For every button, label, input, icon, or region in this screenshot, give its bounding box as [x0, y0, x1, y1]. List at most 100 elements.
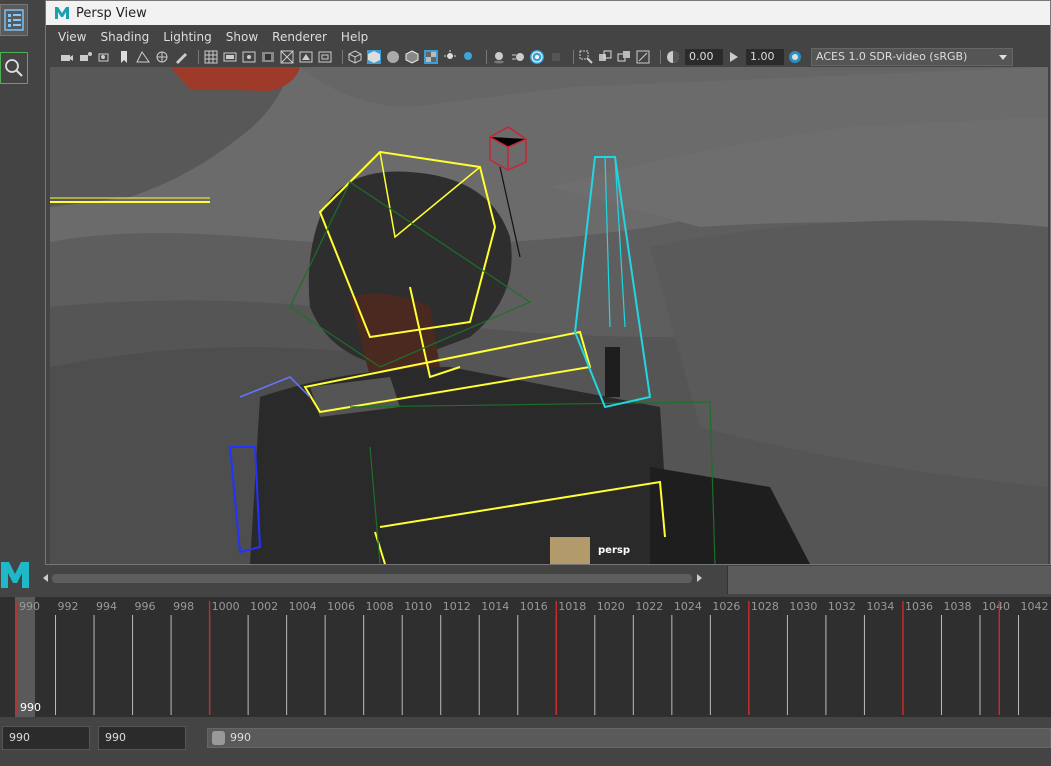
xray-active-components-icon[interactable]	[617, 50, 631, 64]
timeline-tick-label: 1014	[481, 600, 509, 613]
timeline-tick-label: 996	[135, 600, 156, 613]
menu-shading[interactable]: Shading	[100, 30, 149, 44]
ambient-occlusion-icon[interactable]	[492, 50, 506, 64]
horizontal-scrollbar[interactable]	[40, 571, 705, 585]
timeline-tick-label: 1038	[943, 600, 971, 613]
timeline-tick-label: 1012	[443, 600, 471, 613]
3d-viewport[interactable]: persp	[50, 67, 1048, 564]
menu-renderer[interactable]: Renderer	[272, 30, 327, 44]
camera-attributes-icon[interactable]	[79, 50, 93, 64]
timeline-tick-label: 1016	[520, 600, 548, 613]
timeline-tick-label: 1022	[635, 600, 663, 613]
textured-icon[interactable]	[424, 50, 438, 64]
menu-lighting[interactable]: Lighting	[163, 30, 212, 44]
menu-help[interactable]: Help	[341, 30, 368, 44]
timeline-tick-label: 1034	[866, 600, 894, 613]
xray-icon[interactable]	[598, 50, 612, 64]
timeline-tick-label: 998	[173, 600, 194, 613]
2d-pan-zoom-icon[interactable]	[155, 50, 169, 64]
current-time-band	[15, 597, 35, 717]
persp-view-window: Persp View View Shading Lighting Show Re…	[45, 0, 1051, 565]
toolbar-separator	[573, 50, 574, 64]
toolbar-separator	[342, 50, 343, 64]
timeline-tick-label: 990	[19, 600, 40, 613]
search-icon	[5, 59, 23, 77]
timeline-tick-label: 992	[58, 600, 79, 613]
color-space-select[interactable]: ACES 1.0 SDR-video (sRGB)	[811, 48, 1013, 66]
timeline-tick-label: 1036	[905, 600, 933, 613]
exposure-icon[interactable]	[666, 50, 680, 64]
range-slider-bar: 990 990 990	[0, 722, 1051, 756]
window-title: Persp View	[76, 5, 147, 21]
timeline-tick-label: 1032	[828, 600, 856, 613]
timeline-tick-label: 1040	[982, 600, 1010, 613]
color-space-value: ACES 1.0 SDR-video (sRGB)	[816, 50, 968, 63]
maya-app-icon	[55, 7, 69, 19]
timeline-tick-label: 1024	[674, 600, 702, 613]
timeline-tick-label: 1020	[597, 600, 625, 613]
timeline-tick-label: 1002	[250, 600, 278, 613]
gamma-field[interactable]: 1.00	[746, 49, 784, 65]
shadows-icon[interactable]	[462, 50, 476, 64]
isolate-select-icon[interactable]	[579, 50, 593, 64]
safe-title-icon[interactable]	[318, 50, 332, 64]
menu-show[interactable]: Show	[226, 30, 258, 44]
resolution-gate-icon[interactable]	[242, 50, 256, 64]
wireframe-on-shaded-icon[interactable]	[405, 50, 419, 64]
safe-action-icon[interactable]	[299, 50, 313, 64]
film-gate-icon[interactable]	[223, 50, 237, 64]
current-frame-label: 990	[20, 701, 41, 714]
select-camera-icon[interactable]	[60, 50, 74, 64]
side-panel-sliver	[727, 566, 1051, 594]
scroll-left-icon[interactable]	[40, 571, 50, 585]
search-button[interactable]	[0, 52, 28, 84]
image-plane-icon[interactable]	[136, 50, 150, 64]
depth-of-field-icon[interactable]	[549, 50, 563, 64]
viewport-scene	[50, 67, 1048, 564]
motion-blur-icon[interactable]	[511, 50, 525, 64]
grease-pencil-icon[interactable]	[174, 50, 188, 64]
camera-name-label: persp	[598, 545, 630, 556]
timeline-tick-label: 1042	[1021, 600, 1049, 613]
playback-start-field[interactable]: 990	[98, 726, 186, 750]
range-slider[interactable]: 990	[207, 728, 1051, 748]
use-all-lights-icon[interactable]	[443, 50, 457, 64]
field-chart-icon[interactable]	[280, 50, 294, 64]
timeline-tick-label: 1008	[366, 600, 394, 613]
range-slider-value: 990	[230, 731, 251, 744]
grid-icon[interactable]	[204, 50, 218, 64]
outliner-icon	[4, 9, 24, 31]
scroll-right-icon[interactable]	[695, 571, 705, 585]
exposure-field[interactable]: 0.00	[685, 49, 723, 65]
toolbar-separator	[660, 50, 661, 64]
timeline-tick-label: 1028	[751, 600, 779, 613]
timeline-ruler[interactable]: 990 992 994 996 998 1000 1002 1004 1006 1008 1010 1…	[0, 597, 1051, 717]
tool-strip	[0, 0, 30, 600]
panel-menubar: View Shading Lighting Show Renderer Help	[46, 27, 1050, 47]
xray-joints-icon[interactable]	[636, 50, 650, 64]
smooth-shade-icon[interactable]	[367, 50, 381, 64]
animation-start-field[interactable]: 990	[2, 726, 90, 750]
bookmark-camera-icon[interactable]	[98, 50, 112, 64]
timeline-tick-label: 1018	[558, 600, 586, 613]
color-management-icon[interactable]	[788, 50, 802, 64]
bookmark-icon[interactable]	[117, 50, 131, 64]
maya-logo-icon	[1, 562, 29, 588]
scrollbar-track[interactable]	[52, 574, 692, 583]
gate-mask-icon[interactable]	[261, 50, 275, 64]
chevron-down-icon	[999, 55, 1007, 60]
outliner-button[interactable]	[0, 4, 28, 36]
timeline-tick-label: 1006	[327, 600, 355, 613]
timeline-tick-label: 1030	[789, 600, 817, 613]
anti-aliasing-icon[interactable]	[530, 50, 544, 64]
timeline-tick-label: 1026	[712, 600, 740, 613]
default-material-icon[interactable]	[386, 50, 400, 64]
time-slider[interactable]: 990 992 994 996 998 1000 1002 1004 1006 1008 1010 1…	[0, 597, 1051, 717]
timeline-tick-label: 1004	[289, 600, 317, 613]
timeline-tick-label: 1010	[404, 600, 432, 613]
gamma-icon[interactable]	[727, 50, 741, 64]
range-slider-handle[interactable]	[212, 731, 225, 745]
timeline-tick-label: 994	[96, 600, 117, 613]
menu-view[interactable]: View	[58, 30, 86, 44]
wireframe-icon[interactable]	[348, 50, 362, 64]
